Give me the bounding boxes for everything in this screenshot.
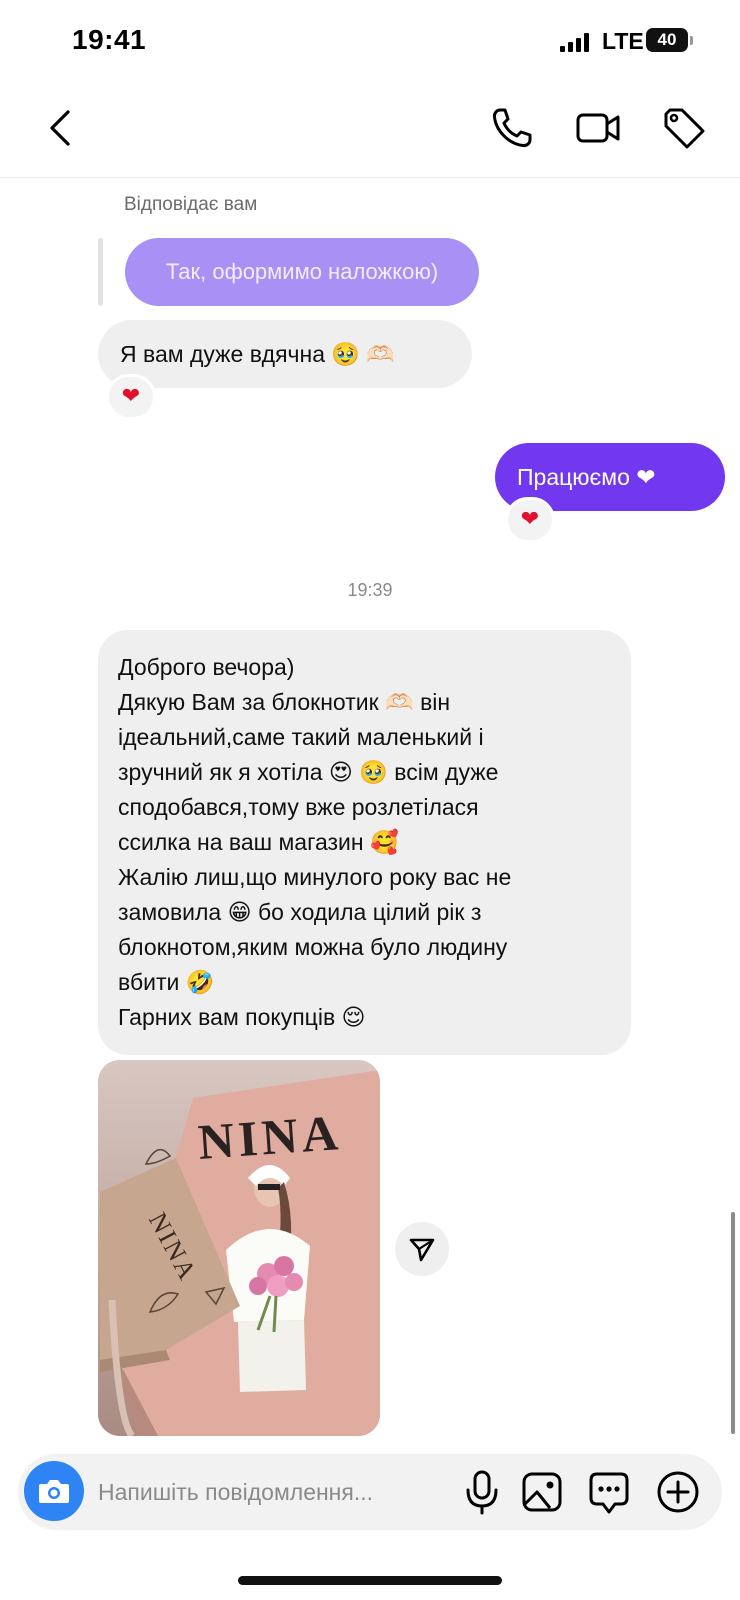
scrollbar[interactable]	[731, 1212, 735, 1434]
reply-label: Відповідає вам	[124, 194, 258, 215]
message-timestamp: 19:39	[347, 580, 393, 600]
heart-reaction[interactable]: ❤	[505, 497, 555, 543]
paper-plane-icon	[409, 1238, 435, 1262]
voice-message-button[interactable]	[460, 1468, 504, 1516]
message-line: ідеальний,саме такий маленький і	[118, 724, 484, 750]
video-camera-icon	[576, 113, 620, 143]
heart-reaction[interactable]: ❤	[106, 374, 156, 420]
nav-divider	[0, 177, 740, 178]
more-button[interactable]	[654, 1468, 702, 1516]
camera-button[interactable]	[24, 1461, 84, 1521]
home-indicator	[238, 1576, 502, 1585]
message-line: Гарних вам покупців 😌	[118, 1004, 366, 1030]
message-line: вбити 🤣	[118, 969, 215, 995]
network-type: LTE	[602, 28, 644, 54]
plus-icon	[657, 1471, 699, 1513]
notebook-title: NINA	[196, 1104, 344, 1170]
sticker-button[interactable]	[587, 1468, 631, 1516]
gallery-button[interactable]	[520, 1468, 564, 1516]
replied-message-bubble[interactable]: Так, оформимо наложкою)	[125, 238, 479, 306]
camera-icon	[39, 1480, 69, 1503]
microphone-icon	[466, 1470, 498, 1515]
message-line: ссилка на ваш магазин 🥰	[118, 829, 399, 855]
photo-message[interactable]: NINA NINA	[98, 1060, 380, 1436]
battery-cap	[690, 36, 693, 45]
back-button[interactable]	[38, 104, 86, 152]
sticker-icon	[589, 1472, 629, 1514]
share-button[interactable]	[395, 1222, 449, 1276]
message-input[interactable]	[98, 1475, 443, 1509]
message-line: замовила 😁 бо ходила цілий рік з	[118, 899, 482, 925]
message-line: зручний як я хотіла 😍 🥹 всім дуже	[118, 759, 499, 785]
reply-quote-line	[98, 238, 103, 306]
message-line: Жалію лиш,що минулого року вас не	[118, 864, 512, 890]
battery-icon: 40	[646, 28, 688, 52]
chevron-left-icon	[50, 110, 70, 146]
signal-icon	[560, 32, 590, 52]
label-button[interactable]	[660, 104, 708, 152]
message-line: Доброго вечора)	[118, 654, 295, 680]
tag-icon	[664, 108, 705, 149]
phone-icon	[492, 108, 532, 148]
status-time: 19:41	[72, 24, 147, 55]
message-line: Дякую Вам за блокнотик 🫶🏻 він	[118, 689, 451, 715]
message-line: сподобався,тому вже розлетілася	[118, 794, 479, 820]
incoming-message-bubble[interactable]: Доброго вечора) Дякую Вам за блокнотик 🫶…	[98, 630, 631, 1055]
gallery-icon	[522, 1472, 562, 1512]
call-button[interactable]	[488, 104, 536, 152]
video-call-button[interactable]	[574, 104, 622, 152]
message-line: блокнотом,яким можна було людину	[118, 934, 508, 960]
incoming-message-bubble[interactable]: Я вам дуже вдячна 🥹 🫶🏻	[98, 320, 472, 388]
